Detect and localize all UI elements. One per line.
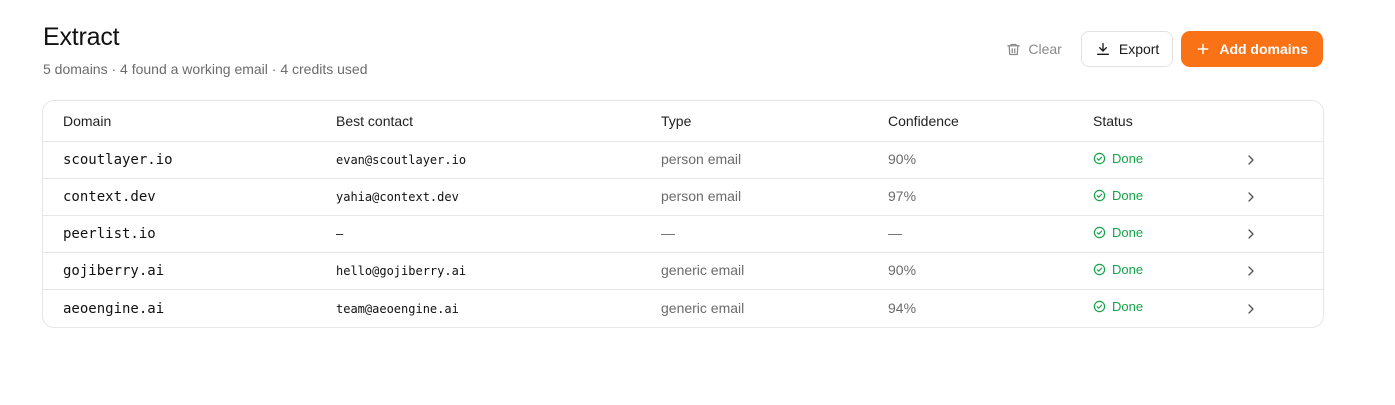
status-label: Done [1112, 224, 1144, 240]
column-header-best-contact: Best contact [336, 113, 414, 129]
chevron-right-icon[interactable] [1243, 301, 1259, 317]
status-badge: Done [1093, 299, 1243, 314]
confidence-cell: 90% [888, 151, 917, 167]
type-cell: generic email [661, 262, 745, 278]
status-label: Done [1112, 299, 1144, 314]
table-row[interactable]: context.dev yahia@context.dev person ema… [43, 179, 1323, 216]
status-badge: Done [1093, 225, 1243, 240]
trash-icon [1006, 42, 1021, 57]
contact-cell: evan@scoutlayer.io [336, 153, 467, 167]
results-table: Domain Best contact Type Confidence Stat… [42, 100, 1324, 328]
domain-cell: context.dev [63, 189, 156, 205]
domain-cell: peerlist.io [63, 226, 156, 242]
chevron-right-icon[interactable] [1243, 189, 1259, 205]
domain-cell: scoutlayer.io [63, 152, 173, 168]
confidence-cell: 94% [888, 299, 917, 316]
check-circle-icon [1093, 263, 1106, 275]
contact-cell: yahia@context.dev [336, 190, 459, 204]
domain-cell: aeoengine.ai [63, 300, 165, 317]
table-header: Domain Best contact Type Confidence Stat… [43, 101, 1323, 142]
export-button-label: Export [1118, 41, 1160, 57]
table-row[interactable]: gojiberry.ai hello@gojiberry.ai generic … [43, 253, 1323, 290]
table-row[interactable]: scoutlayer.io evan@scoutlayer.io person … [43, 142, 1323, 179]
check-circle-icon [1093, 189, 1106, 201]
page-header: Extract 5 domains · 4 found a working em… [43, 22, 368, 78]
contact-cell: — [336, 227, 344, 241]
confidence-cell: 97% [888, 188, 917, 204]
confidence-cell: — [888, 225, 902, 241]
page-subtitle: 5 domains · 4 found a working email · 4 … [43, 61, 368, 77]
status-badge: Done [1093, 188, 1243, 203]
domain-cell: gojiberry.ai [63, 263, 165, 279]
toolbar: Clear Export Add domains [994, 31, 1323, 67]
contact-cell: team@aeoengine.ai [336, 301, 459, 316]
column-header-domain: Domain [63, 113, 112, 129]
export-button[interactable]: Export [1080, 31, 1174, 67]
status-label: Done [1112, 150, 1144, 166]
check-circle-icon [1093, 152, 1106, 164]
clear-button-label: Clear [1028, 41, 1062, 57]
page-title: Extract [43, 23, 120, 51]
chevron-right-icon[interactable] [1243, 226, 1259, 242]
column-header-status: Status [1093, 113, 1133, 129]
status-label: Done [1112, 261, 1144, 277]
clear-button[interactable]: Clear [994, 31, 1073, 67]
table-row[interactable]: peerlist.io — — — Done [43, 216, 1323, 253]
type-cell: person email [661, 188, 742, 204]
chevron-right-icon[interactable] [1243, 152, 1259, 168]
column-header-type: Type [661, 113, 692, 129]
add-domains-button[interactable]: Add domains [1181, 31, 1323, 67]
status-badge: Done [1093, 262, 1243, 277]
type-cell: generic email [661, 299, 745, 316]
download-icon [1095, 41, 1111, 57]
check-circle-icon [1093, 300, 1106, 313]
confidence-cell: 90% [888, 262, 917, 278]
check-circle-icon [1093, 226, 1106, 238]
chevron-right-icon[interactable] [1243, 263, 1259, 279]
type-cell: person email [661, 151, 742, 167]
status-label: Done [1112, 187, 1144, 203]
add-domains-button-label: Add domains [1219, 41, 1308, 57]
type-cell: — [661, 225, 675, 241]
plus-icon [1196, 42, 1210, 56]
column-header-confidence: Confidence [888, 113, 959, 129]
status-badge: Done [1093, 151, 1243, 166]
table-row[interactable]: aeoengine.ai team@aeoengine.ai generic e… [43, 290, 1323, 327]
contact-cell: hello@gojiberry.ai [336, 264, 467, 278]
